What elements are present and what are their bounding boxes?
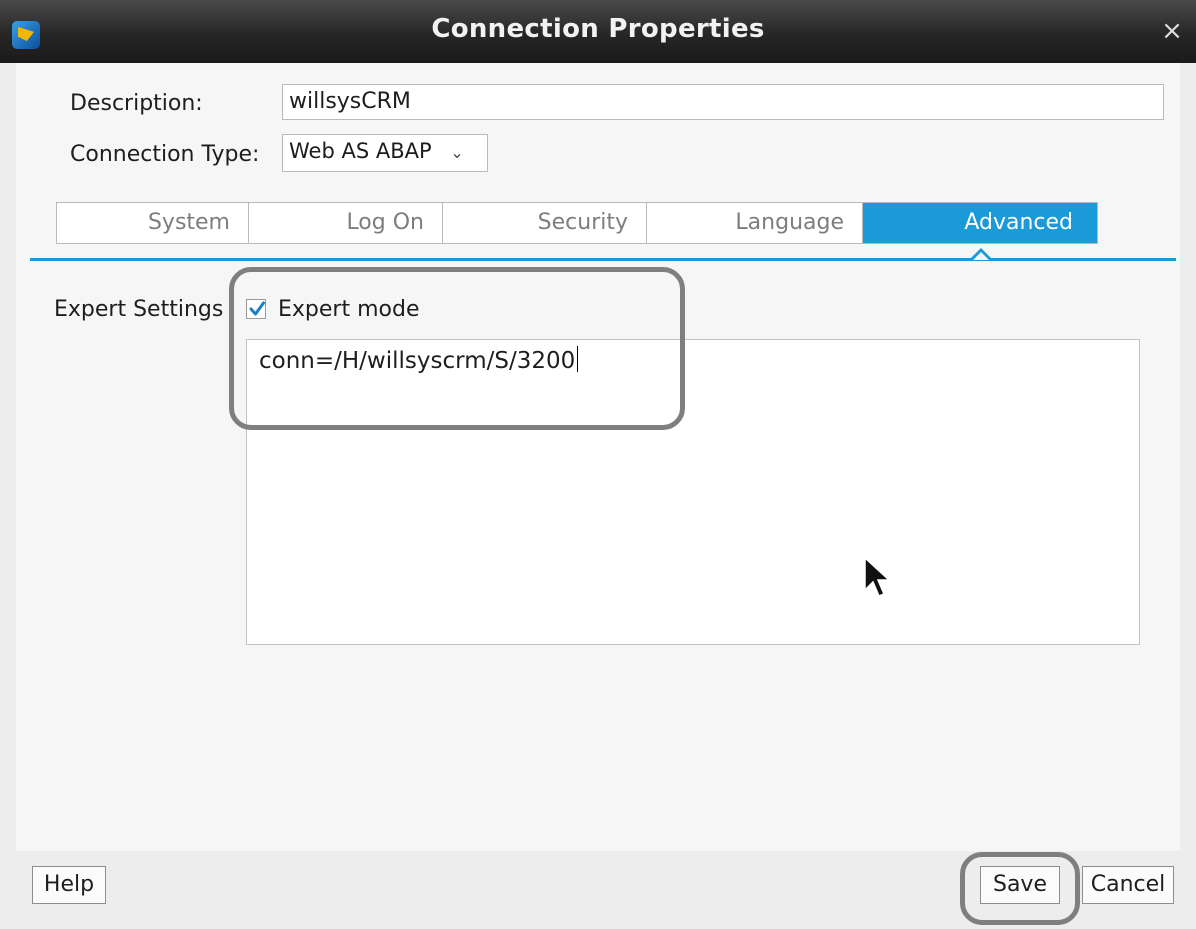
connection-type-label: Connection Type: (70, 142, 260, 167)
mouse-pointer-icon (864, 556, 891, 597)
cancel-button[interactable]: Cancel (1082, 866, 1174, 904)
tab-language[interactable]: Language (647, 203, 863, 243)
active-tab-indicator (970, 248, 992, 260)
expert-settings-label: Expert Settings (54, 297, 224, 322)
description-input[interactable]: willsysCRM (282, 84, 1164, 120)
expert-mode-highlight (229, 267, 685, 430)
tab-log-on[interactable]: Log On (249, 203, 443, 243)
tab-bar: System Log On Security Language Advanced (56, 202, 1098, 244)
chevron-down-icon: ⌄ (450, 143, 464, 162)
connection-type-value: Web AS ABAP (289, 139, 432, 163)
connection-type-select[interactable]: Web AS ABAP ⌄ (282, 134, 488, 172)
title-bar: Connection Properties × (0, 0, 1196, 63)
close-button[interactable]: × (1160, 18, 1184, 44)
save-button[interactable]: Save (980, 866, 1060, 904)
tab-advanced[interactable]: Advanced (863, 203, 1097, 243)
tab-system[interactable]: System (57, 203, 249, 243)
window-title: Connection Properties (431, 14, 765, 44)
tab-security[interactable]: Security (443, 203, 647, 243)
tab-underline (30, 258, 1176, 261)
description-label: Description: (70, 91, 203, 116)
help-button[interactable]: Help (32, 866, 106, 904)
